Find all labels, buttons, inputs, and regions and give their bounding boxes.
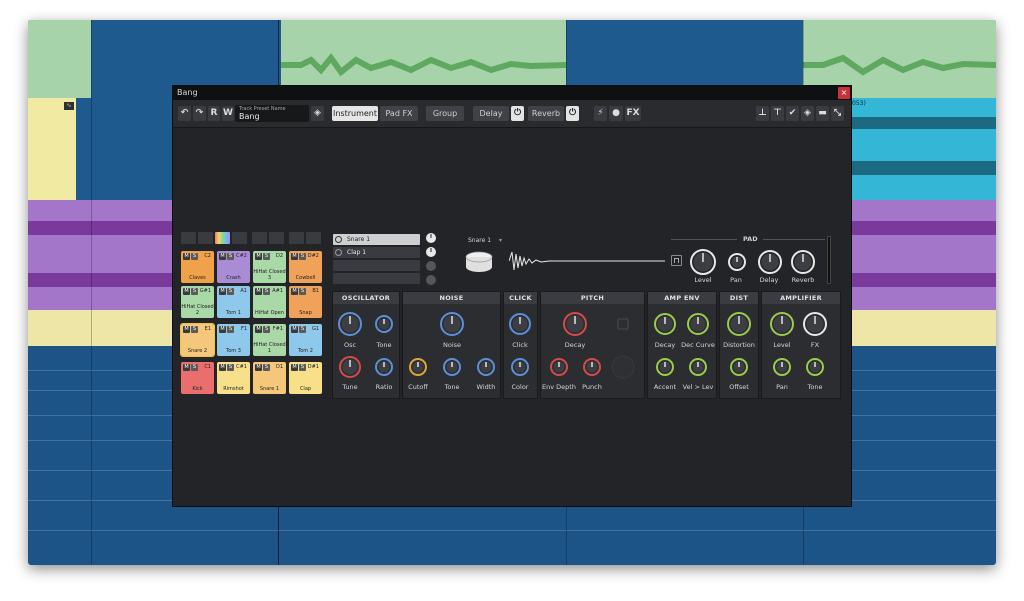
pitch-decay-knob[interactable] (563, 312, 587, 336)
noise-cutoff-knob[interactable] (409, 358, 427, 376)
knob-label: Click (512, 341, 528, 349)
dist-offset-knob[interactable] (730, 358, 748, 376)
amp-vel-lev-knob[interactable] (689, 358, 707, 376)
osc-tune-knob[interactable] (339, 356, 361, 378)
amp-decay-knob[interactable] (654, 313, 676, 335)
noise-tone-knob[interactable] (443, 358, 461, 376)
knob-label: Decay (564, 341, 586, 349)
knob-label: Dec Curve (681, 341, 715, 349)
noise-knob[interactable] (440, 312, 464, 336)
clip-title: 053) (852, 100, 866, 107)
pitch-disabled-knob[interactable] (611, 355, 635, 379)
audio-clip[interactable] (28, 20, 91, 98)
osc-ratio-knob[interactable] (375, 358, 393, 376)
pitch-env-depth-knob[interactable] (550, 358, 568, 376)
knob-label: Offset (729, 383, 749, 391)
distortion-knob[interactable] (727, 312, 751, 336)
knob-label: Tone (807, 383, 823, 391)
knob-label: FX (810, 341, 820, 349)
amp-fx-knob[interactable] (803, 312, 827, 336)
amp-level-knob[interactable] (770, 312, 794, 336)
amp-pan-knob[interactable] (773, 358, 791, 376)
knob-label: Vel > Lev (682, 383, 714, 391)
knob-label: Distortion (723, 341, 755, 349)
knob-label: Tone (376, 341, 392, 349)
knob-label: Punch (582, 383, 602, 391)
amp-tone-knob[interactable] (806, 358, 824, 376)
noise-width-knob[interactable] (477, 358, 495, 376)
bang-plugin-window: Bang × ↶ ↷ R W Track Preset Name Bang ◈ … (172, 85, 852, 507)
osc-tone-knob[interactable] (375, 315, 393, 333)
knob-label: Noise (442, 341, 462, 349)
click-color-knob[interactable] (511, 358, 529, 376)
amp-dec-curve-knob[interactable] (687, 313, 709, 335)
audio-clip[interactable]: 053) (852, 98, 996, 200)
osc-knob[interactable] (338, 312, 362, 336)
synth-knobs (338, 312, 827, 379)
knob-label: Color (511, 383, 529, 391)
pitch-sync-toggle[interactable] (617, 318, 629, 330)
click-knob[interactable] (509, 313, 531, 335)
waveform (852, 117, 996, 175)
pitch-punch-knob[interactable] (583, 358, 601, 376)
amp-accent-knob[interactable] (656, 358, 674, 376)
audio-clip[interactable] (28, 98, 76, 200)
automation-icon: ∿ (64, 102, 74, 110)
